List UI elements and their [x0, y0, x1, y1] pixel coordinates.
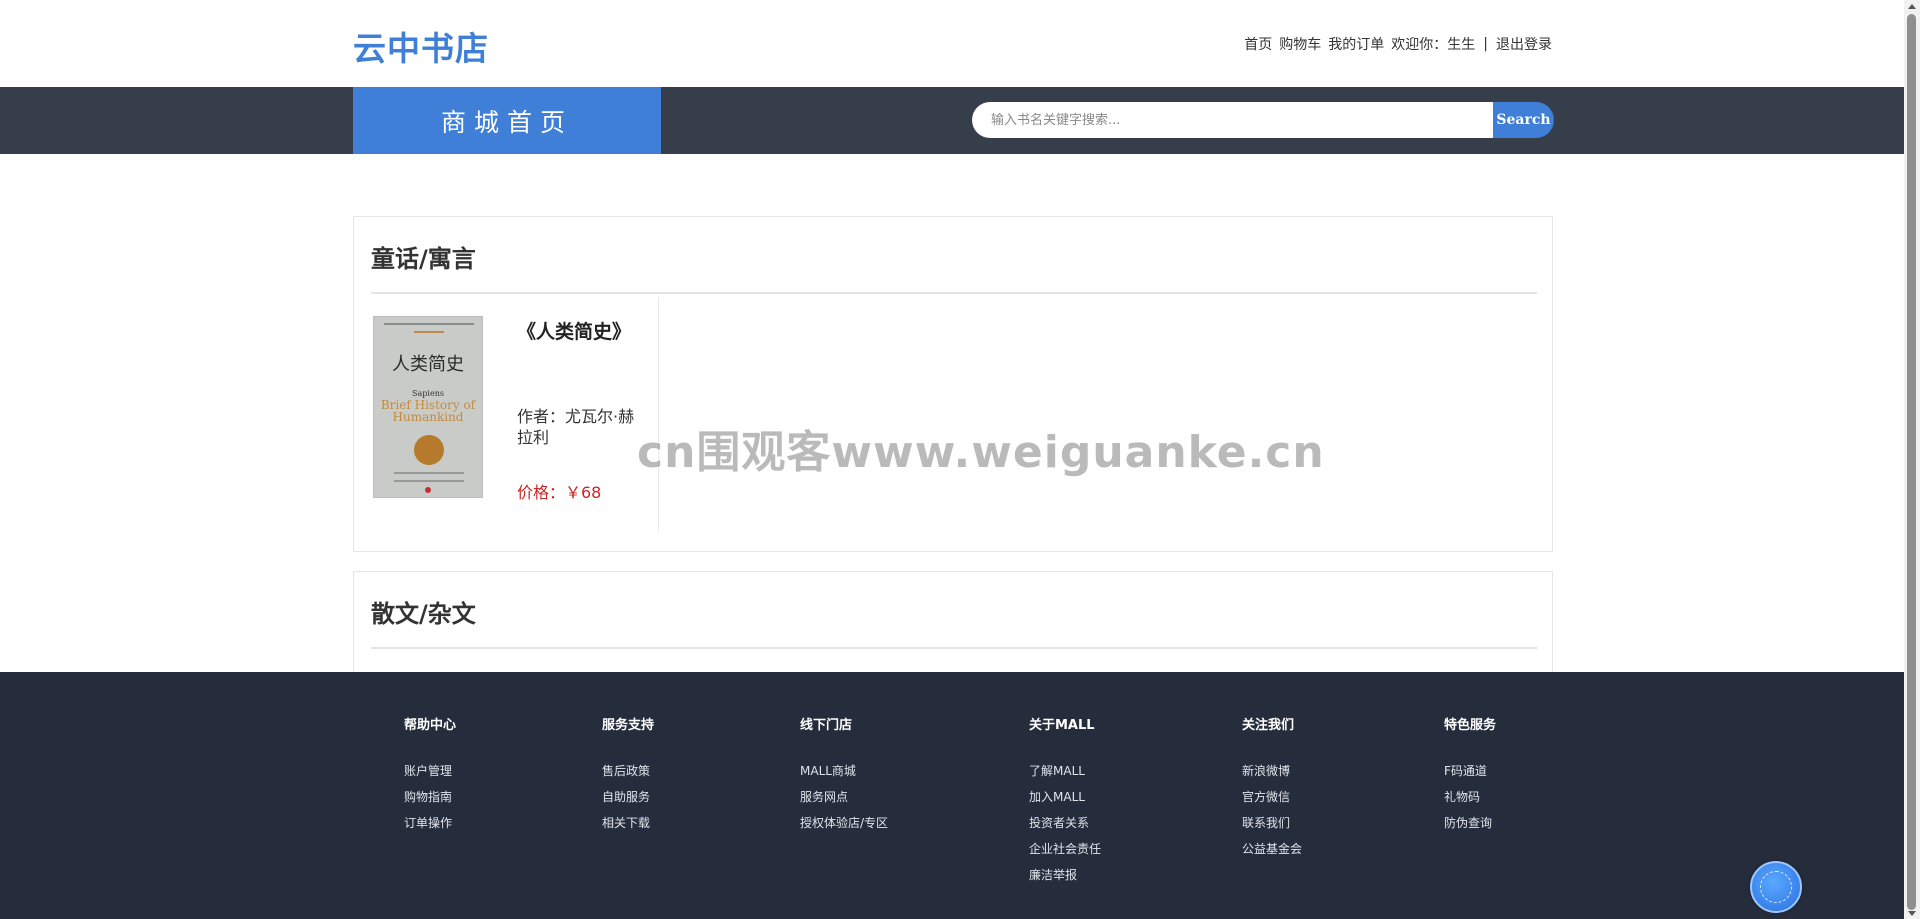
nav-orders-link[interactable]: 我的订单 — [1328, 34, 1384, 54]
assistant-icon — [1760, 871, 1792, 903]
footer-link[interactable]: 账户管理 — [404, 764, 452, 778]
footer-link[interactable]: 了解MALL — [1029, 764, 1085, 778]
section-divider — [371, 292, 1537, 294]
footer-link[interactable]: 新浪微博 — [1242, 764, 1290, 778]
footer-link[interactable]: 廉洁举报 — [1029, 868, 1077, 882]
scroll-down-arrow-icon[interactable] — [1908, 911, 1916, 916]
cover-title: 人类简史 — [392, 354, 464, 375]
search-button[interactable]: Search — [1493, 102, 1554, 138]
footer-link[interactable]: 防伪查询 — [1444, 816, 1492, 830]
footer-column-support: 服务支持 售后政策 自助服务 相关下载 — [602, 714, 654, 836]
footer-column-title: 特色服务 — [1444, 718, 1497, 733]
tab-mall-home[interactable]: 商城首页 — [353, 87, 661, 154]
footer-link[interactable]: 企业社会责任 — [1029, 842, 1101, 856]
cover-decoration — [394, 472, 464, 482]
footer-column-stores: 线下门店 MALL商城 服务网点 授权体验店/专区 — [800, 714, 888, 836]
footer-link[interactable]: F码通道 — [1444, 764, 1487, 778]
footer-column-title: 帮助中心 — [404, 718, 457, 733]
footer-column-follow: 关注我们 新浪微博 官方微信 联系我们 公益基金会 — [1242, 714, 1302, 862]
footer-column-title: 关于MALL — [1029, 718, 1095, 733]
logout-link[interactable]: 退出登录 — [1496, 34, 1552, 54]
category-section: 童话/寓言 人类简史 Sapiens Brief History of Huma… — [353, 216, 1553, 552]
footer-link[interactable]: 订单操作 — [404, 816, 452, 830]
scroll-up-arrow-icon[interactable] — [1908, 4, 1916, 9]
welcome-text: 欢迎你：生生 — [1391, 34, 1475, 54]
top-nav: 首页 购物车 我的订单 欢迎你：生生 | 退出登录 — [1244, 34, 1552, 54]
cover-decoration — [414, 331, 444, 333]
footer-link[interactable]: MALL商城 — [800, 764, 856, 778]
nav-cart-link[interactable]: 购物车 — [1279, 34, 1321, 54]
footer-link[interactable]: 礼物码 — [1444, 790, 1480, 804]
section-title: 散文/杂文 — [371, 600, 476, 628]
footer-link[interactable]: 自助服务 — [602, 790, 650, 804]
cover-subtitle: Sapiens — [412, 389, 444, 398]
floating-assistant-button[interactable] — [1750, 861, 1802, 913]
book-card[interactable]: 人类简史 Sapiens Brief History of Humankind … — [371, 297, 659, 530]
footer-column-title: 线下门店 — [800, 718, 853, 733]
book-price: 价格：￥68 — [517, 483, 602, 502]
footer-link[interactable]: 官方微信 — [1242, 790, 1290, 804]
footer-column-services: 特色服务 F码通道 礼物码 防伪查询 — [1444, 714, 1496, 836]
book-author: 作者：尤瓦尔·赫拉利 — [517, 407, 635, 447]
footer-link[interactable]: 加入MALL — [1029, 790, 1085, 804]
search-input[interactable] — [972, 102, 1493, 138]
footer-link[interactable]: 联系我们 — [1242, 816, 1290, 830]
top-header: 云中书店 首页 购物车 我的订单 欢迎你：生生 | 退出登录 — [0, 0, 1904, 87]
cover-seal — [414, 435, 444, 465]
search-box: Search — [972, 102, 1554, 138]
vertical-scrollbar[interactable] — [1904, 0, 1920, 919]
footer-link[interactable]: 投资者关系 — [1029, 816, 1089, 830]
footer-link[interactable]: 售后政策 — [602, 764, 650, 778]
footer-link[interactable]: 购物指南 — [404, 790, 452, 804]
section-title: 童话/寓言 — [371, 245, 476, 273]
footer-column-title: 关注我们 — [1242, 718, 1295, 733]
main-navbar: 商城首页 Search — [0, 87, 1904, 154]
footer-column-help: 帮助中心 账户管理 购物指南 订单操作 — [404, 714, 456, 836]
site-logo[interactable]: 云中书店 — [353, 22, 489, 70]
footer-link[interactable]: 相关下载 — [602, 816, 650, 830]
book-cover-image[interactable]: 人类简史 Sapiens Brief History of Humankind — [373, 316, 483, 498]
section-divider — [371, 647, 1537, 649]
cover-logo — [425, 487, 431, 493]
cover-decoration — [384, 323, 474, 325]
scrollbar-thumb[interactable] — [1907, 14, 1916, 910]
watermark: cn围观客www.weiguanke.cn — [637, 427, 1325, 478]
cover-english-title: Brief History of Humankind — [380, 398, 476, 424]
username-link[interactable]: 生生 — [1447, 37, 1475, 53]
nav-separator: | — [1483, 36, 1488, 52]
footer-link[interactable]: 公益基金会 — [1242, 842, 1302, 856]
footer-link[interactable]: 服务网点 — [800, 790, 848, 804]
nav-home-link[interactable]: 首页 — [1244, 34, 1272, 54]
site-footer: 帮助中心 账户管理 购物指南 订单操作 服务支持 售后政策 自助服务 相关下载 … — [0, 672, 1904, 919]
footer-column-about: 关于MALL 了解MALL 加入MALL 投资者关系 企业社会责任 廉洁举报 — [1029, 714, 1101, 888]
welcome-label: 欢迎你： — [1391, 37, 1448, 53]
footer-link[interactable]: 授权体验店/专区 — [800, 816, 888, 830]
book-title[interactable]: 《人类简史》 — [517, 317, 631, 344]
footer-column-title: 服务支持 — [602, 718, 655, 733]
